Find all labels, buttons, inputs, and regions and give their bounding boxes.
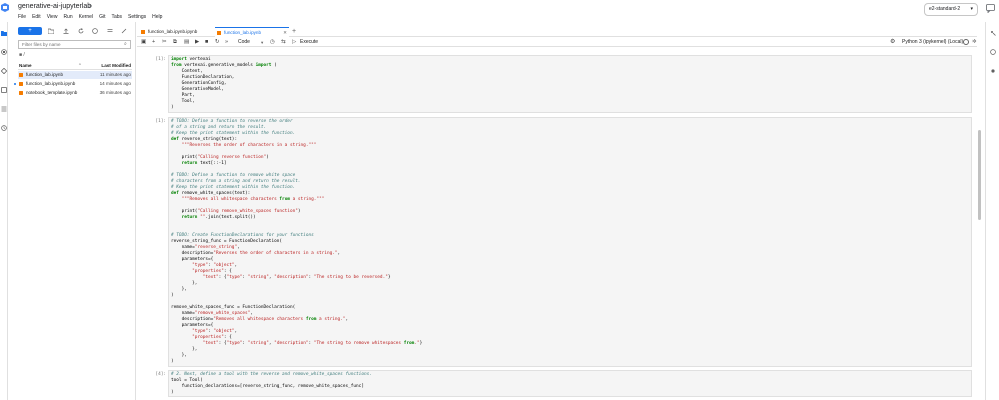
file-name: notebook_template.ipynb bbox=[26, 90, 78, 95]
tab-function-lab-ipynb-ipynb[interactable]: function_lab.ipynb.ipynb bbox=[139, 27, 213, 37]
property-inspector-icon[interactable] bbox=[990, 30, 996, 36]
git-diff-icon[interactable]: ⇆ bbox=[281, 39, 286, 46]
git-clone-icon[interactable] bbox=[92, 28, 98, 34]
folder-breadcrumb-icon: ■ bbox=[19, 52, 23, 58]
file-modified: 11 minutes ago bbox=[99, 72, 131, 77]
tab-function-lab-ipynb[interactable]: function_lab.ipynb ✕ bbox=[215, 27, 289, 37]
insert-cell-icon[interactable]: + bbox=[152, 39, 155, 46]
file-name: function_lab.ipynb bbox=[26, 72, 64, 77]
menu-git[interactable]: Git bbox=[99, 13, 105, 21]
upload-icon[interactable] bbox=[63, 28, 69, 34]
code-cell-editor[interactable]: # TODO: Define a function to reverse the… bbox=[168, 117, 972, 367]
scrollbar[interactable] bbox=[977, 48, 982, 400]
folder-icon[interactable] bbox=[1, 30, 7, 36]
code-line: ) bbox=[171, 390, 174, 395]
history-icon[interactable]: ◷ bbox=[270, 39, 275, 46]
jupyter-logo-icon bbox=[1, 3, 9, 12]
execute-play-icon[interactable]: ▷ bbox=[292, 39, 296, 46]
add-tab-button[interactable]: + bbox=[292, 27, 296, 37]
notebook-file-icon bbox=[19, 91, 23, 95]
filter-list-icon[interactable] bbox=[107, 28, 113, 34]
save-icon[interactable]: ▣ bbox=[141, 39, 146, 46]
paste-icon[interactable]: ▤ bbox=[184, 39, 189, 46]
table-of-contents-icon[interactable] bbox=[1, 106, 7, 112]
copy-icon[interactable]: ⧉ bbox=[173, 39, 177, 46]
app-title: generative-ai-jupyterlab bbox=[18, 3, 92, 10]
bug-icon[interactable]: ✲ bbox=[972, 39, 977, 46]
right-sidebar bbox=[985, 22, 999, 400]
notebook-file-icon bbox=[19, 73, 23, 77]
menu-settings[interactable]: Settings bbox=[128, 13, 146, 21]
settings-gear-icon[interactable] bbox=[990, 68, 996, 74]
notebook-tab-icon bbox=[217, 31, 221, 35]
kernel-status-icon bbox=[963, 39, 969, 45]
git-icon[interactable] bbox=[1, 68, 7, 74]
menu-run[interactable]: Run bbox=[63, 13, 72, 21]
code-cell-editor[interactable]: import vertexai from vertexai.generative_… bbox=[168, 55, 972, 113]
cut-icon[interactable]: ✂ bbox=[162, 39, 167, 46]
scrollbar-thumb[interactable] bbox=[978, 130, 981, 220]
notebook-file-icon bbox=[19, 82, 23, 86]
search-icon: ⌕ bbox=[124, 41, 127, 47]
menu-help[interactable]: Help bbox=[152, 13, 162, 21]
running-icon[interactable] bbox=[1, 49, 7, 55]
chevron-down-icon: ▾ bbox=[261, 40, 264, 45]
filter-files-input[interactable] bbox=[18, 40, 131, 49]
menu-file[interactable]: File bbox=[18, 13, 26, 21]
machine-type-select[interactable]: e2-standard-2 ▾ bbox=[924, 3, 978, 16]
new-launcher-button[interactable]: + bbox=[18, 27, 42, 35]
code-line: ) bbox=[171, 359, 174, 364]
restart-icon[interactable]: ↻ bbox=[215, 39, 220, 46]
file-modified: 14 minutes ago bbox=[99, 81, 131, 86]
column-name[interactable]: Name bbox=[19, 63, 32, 68]
chat-icon[interactable] bbox=[986, 4, 995, 13]
menu-edit[interactable]: Edit bbox=[32, 13, 41, 21]
close-icon[interactable]: ✕ bbox=[283, 28, 287, 38]
file-list-header: Name ⌃ Last Modified bbox=[18, 63, 132, 70]
cell-prompt: [1]: bbox=[155, 119, 166, 124]
menu-bar: File Edit View Run Kernel Git Tabs Setti… bbox=[18, 13, 168, 21]
code-cell-editor[interactable]: # 2. Next, define a tool with the revers… bbox=[168, 370, 972, 397]
breadcrumb-path: / bbox=[23, 52, 25, 58]
tab-label: function_lab.ipynb bbox=[224, 30, 262, 35]
menu-kernel[interactable]: Kernel bbox=[79, 13, 93, 21]
running-indicator bbox=[14, 83, 16, 85]
debugger-icon[interactable] bbox=[990, 49, 996, 55]
file-modified: 36 minutes ago bbox=[99, 90, 131, 95]
file-row[interactable]: function_lab.ipynb 11 minutes ago bbox=[18, 71, 132, 79]
notebook-tab-icon bbox=[141, 30, 145, 34]
activity-bar bbox=[0, 22, 8, 400]
sort-arrow-icon: ⌃ bbox=[78, 63, 82, 68]
breadcrumb[interactable]: ■ / bbox=[19, 52, 25, 58]
magic-wand-icon[interactable] bbox=[121, 28, 127, 34]
stop-icon[interactable]: ■ bbox=[205, 39, 208, 46]
cell-type-select[interactable]: Code bbox=[238, 39, 250, 46]
chevron-down-icon: ▾ bbox=[970, 6, 973, 12]
puzzle-icon[interactable] bbox=[1, 87, 7, 93]
gear-icon[interactable]: ⚙ bbox=[890, 39, 895, 46]
cell-prompt: [4]: bbox=[155, 372, 166, 377]
clock-icon[interactable] bbox=[1, 125, 7, 131]
file-row[interactable]: notebook_template.ipynb 36 minutes ago bbox=[18, 89, 132, 97]
code-line: ) bbox=[171, 105, 174, 110]
kernel-name[interactable]: Python 3 (ipykernel) (Local) bbox=[902, 39, 963, 46]
machine-type-label: e2-standard-2 bbox=[929, 6, 961, 12]
menu-tabs[interactable]: Tabs bbox=[111, 13, 122, 21]
file-name: function_lab.ipynb.ipynb bbox=[26, 81, 76, 86]
tab-label: function_lab.ipynb.ipynb bbox=[148, 29, 198, 34]
new-folder-icon[interactable] bbox=[48, 28, 54, 34]
file-row[interactable]: function_lab.ipynb.ipynb 14 minutes ago bbox=[14, 80, 132, 88]
column-last-modified[interactable]: Last Modified bbox=[101, 63, 131, 68]
execute-button[interactable]: Execute bbox=[300, 39, 318, 46]
refresh-icon[interactable] bbox=[78, 28, 84, 34]
settings-cog-icon[interactable]: ⚙ bbox=[87, 3, 92, 10]
cell-prompt: [1]: bbox=[155, 57, 166, 62]
fast-forward-icon[interactable]: » bbox=[225, 39, 228, 46]
menu-view[interactable]: View bbox=[47, 13, 58, 21]
run-icon[interactable]: ▶ bbox=[195, 39, 199, 46]
